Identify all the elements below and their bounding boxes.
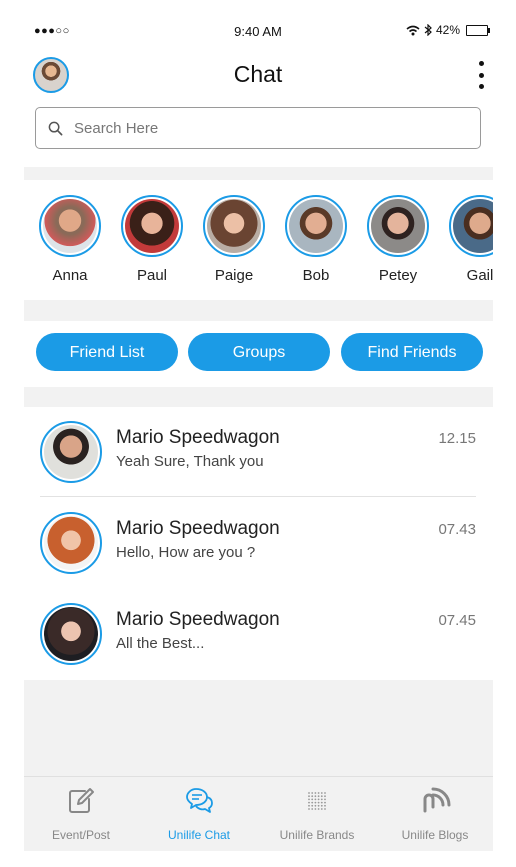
nav-event-post[interactable]: Event/Post (26, 785, 136, 842)
chat-contact-name: Mario Speedwagon (116, 609, 280, 630)
header: Chat (0, 52, 516, 98)
page-title: Chat (233, 61, 283, 87)
search-icon (48, 121, 63, 135)
nav-unilife-chat[interactable]: Unilife Chat (144, 785, 254, 842)
contact-name: Paul (136, 267, 168, 284)
avatar (121, 195, 183, 257)
nav-unilife-blogs[interactable]: Unilife Blogs (380, 785, 490, 842)
avatar (40, 603, 102, 665)
contact-paul[interactable]: Paul (118, 195, 186, 284)
contacts-carousel: Anna Paul Paige Bob Petey Gail (24, 180, 493, 300)
avatar (39, 195, 101, 257)
status-bar: ●●●○○ 9:40 AM 42% (0, 18, 516, 46)
contact-gail[interactable]: Gail (446, 195, 493, 284)
nav-label: Unilife Chat (167, 828, 231, 842)
nav-unilife-brands[interactable]: Unilife Brands (262, 785, 372, 842)
chat-time: 07.45 (438, 612, 476, 629)
chat-list-item[interactable]: Mario Speedwagon All the Best... 07.45 (24, 589, 493, 675)
chat-tabs: Friend List Groups Find Friends (24, 321, 493, 387)
search-input[interactable] (72, 118, 456, 138)
contact-anna[interactable]: Anna (36, 195, 104, 284)
chat-last-message: Yeah Sure, Thank you (116, 453, 264, 470)
bluetooth-icon (424, 24, 432, 36)
avatar (203, 195, 265, 257)
avatar (367, 195, 429, 257)
avatar (40, 512, 102, 574)
bottom-navigation: Event/Post Unilife Chat Unilife Brands U… (24, 776, 493, 851)
contact-name: Gail (466, 267, 493, 284)
chat-bubbles-icon (186, 788, 213, 813)
edit-icon (69, 788, 94, 813)
tab-find-friends[interactable]: Find Friends (341, 333, 483, 371)
wifi-icon (406, 25, 420, 35)
chat-last-message: All the Best... (116, 635, 205, 652)
nav-label: Unilife Brands (279, 828, 355, 842)
rss-icon (423, 787, 451, 813)
chat-list-item[interactable]: Mario Speedwagon Yeah Sure, Thank you 12… (24, 407, 493, 497)
tab-friend-list[interactable]: Friend List (36, 333, 178, 371)
avatar (40, 421, 102, 483)
dots-grid-icon (308, 792, 326, 810)
chat-list-item[interactable]: Mario Speedwagon Hello, How are you ? 07… (24, 498, 493, 584)
contact-name: Anna (52, 267, 88, 284)
contact-bob[interactable]: Bob (282, 195, 350, 284)
nav-label: Event/Post (51, 828, 111, 842)
contact-name: Petey (378, 267, 418, 284)
divider (40, 496, 476, 497)
chat-time: 12.15 (438, 430, 476, 447)
contact-name: Bob (302, 267, 330, 284)
search-bar[interactable] (35, 107, 481, 149)
avatar (285, 195, 347, 257)
more-menu-icon[interactable] (476, 61, 486, 89)
avatar (449, 195, 493, 257)
chat-contact-name: Mario Speedwagon (116, 518, 280, 539)
chat-contact-name: Mario Speedwagon (116, 427, 280, 448)
nav-label: Unilife Blogs (401, 828, 469, 842)
battery-percent: 42% (435, 23, 460, 37)
battery-icon (466, 24, 490, 36)
chat-last-message: Hello, How are you ? (116, 544, 256, 561)
contact-paige[interactable]: Paige (200, 195, 268, 284)
contact-name: Paige (214, 267, 254, 284)
status-right: 42% (406, 23, 490, 37)
contact-petey[interactable]: Petey (364, 195, 432, 284)
tab-groups[interactable]: Groups (188, 333, 330, 371)
chat-list: Mario Speedwagon Yeah Sure, Thank you 12… (24, 407, 493, 680)
chat-time: 07.43 (438, 521, 476, 538)
